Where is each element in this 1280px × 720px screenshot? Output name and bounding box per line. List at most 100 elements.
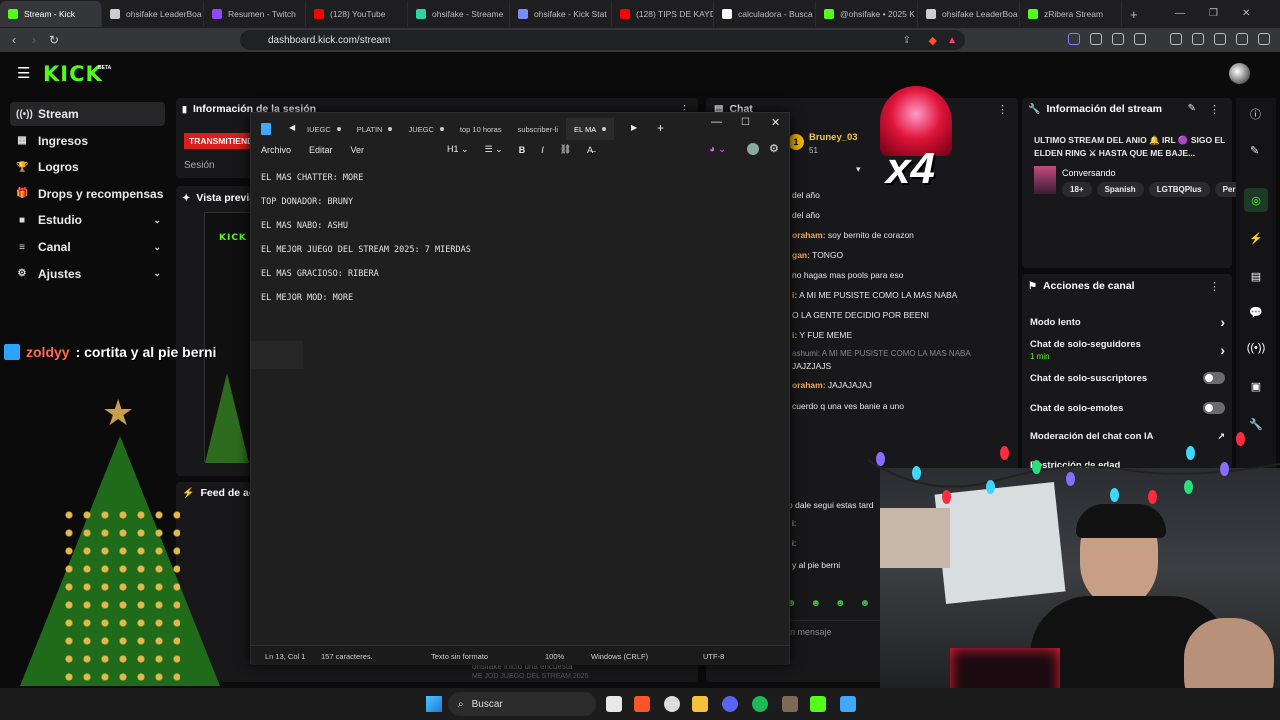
np-maximize-icon[interactable]: ☐ (741, 117, 750, 128)
bold-icon[interactable]: B (519, 145, 526, 155)
browser-tab[interactable]: ohsifake LeaderBoa (102, 1, 204, 27)
screenshot-icon[interactable] (1134, 33, 1146, 45)
close-window-icon[interactable]: ✕ (1242, 8, 1250, 19)
settings-icon[interactable]: ⚙ (769, 142, 779, 155)
rail-doc-icon[interactable]: ▤ (1244, 264, 1268, 288)
spotify-app-icon[interactable] (752, 696, 768, 712)
toggle-switch[interactable] (1203, 402, 1225, 414)
brave-app-icon[interactable] (634, 696, 650, 712)
browser-tab[interactable]: (128) TIPS DE KAYD (612, 1, 714, 27)
menu-ver[interactable]: Ver (351, 145, 365, 155)
stream-info-menu-icon[interactable]: ⋮ (1209, 103, 1220, 116)
np-minimize-icon[interactable]: — (711, 116, 722, 128)
notepad-tab[interactable]: JUEGC (400, 118, 451, 140)
notepad-tab[interactable]: EL MA (566, 118, 615, 140)
user-avatar[interactable] (1229, 63, 1250, 84)
clear-format-icon[interactable]: A̶ (587, 145, 593, 155)
vpn-icon[interactable] (1236, 33, 1248, 45)
chat-username[interactable]: ashumi: (792, 349, 820, 358)
new-tab-icon[interactable]: + (657, 121, 664, 135)
copilot-icon[interactable]: ◕ ⌄ (709, 144, 726, 155)
rail-layout-icon[interactable]: ▣ (1244, 374, 1268, 398)
channel-action-row[interactable]: Chat de solo-emotes (1030, 402, 1225, 414)
minimize-icon[interactable]: — (1175, 8, 1185, 19)
chat-username[interactable]: gan: (792, 250, 810, 260)
tab-scroll-right-icon[interactable]: ▶ (631, 123, 637, 132)
rewards-icon[interactable]: ▲ (947, 35, 957, 46)
browser-tab[interactable]: Resumen - Twitch (204, 1, 306, 27)
app-icon[interactable] (782, 696, 798, 712)
edit-icon[interactable]: ✎ (1188, 103, 1196, 114)
browser-tab[interactable]: (128) YouTube (306, 1, 408, 27)
start-button[interactable] (426, 696, 442, 712)
channel-action-row[interactable]: Chat de solo-seguidores 1 min › (1030, 339, 1225, 361)
share-icon[interactable]: ⇪ (903, 35, 911, 46)
discord-app-icon[interactable] (722, 696, 738, 712)
chat-username[interactable]: oraham: (792, 230, 826, 240)
obs-app-icon[interactable] (664, 696, 680, 712)
category-name[interactable]: Conversando (1062, 168, 1116, 178)
sidebar-item-logros[interactable]: 🏆 Logros (10, 155, 165, 179)
tab-scroll-left-icon[interactable]: ◀ (289, 123, 295, 132)
pencil-icon[interactable]: ✎ (1250, 144, 1259, 157)
back-icon[interactable]: ‹ (4, 33, 24, 47)
list-icon[interactable]: ☰ ⌄ (485, 144, 503, 155)
chat-username[interactable]: oraham: (792, 380, 826, 390)
browser-tab[interactable]: ohsifake - Streame (408, 1, 510, 27)
channel-action-row[interactable]: Modo lento › (1030, 314, 1225, 330)
chat-menu-icon[interactable]: ⋮ (997, 103, 1008, 116)
sidebar-item-ajustes[interactable]: ⚙ Ajustes ⌄ (10, 262, 165, 286)
italic-icon[interactable]: I (541, 145, 544, 155)
reload-icon[interactable]: ↻ (44, 33, 64, 47)
sidebar-item-estudio[interactable]: ■ Estudio ⌄ (10, 208, 165, 232)
wallet-icon[interactable] (1214, 33, 1226, 45)
browser-tab[interactable]: Stream - Kick (0, 1, 102, 27)
task-view-icon[interactable] (606, 696, 622, 712)
category-thumbnail[interactable] (1034, 166, 1056, 194)
kick-logo[interactable]: KICK (43, 62, 103, 86)
stream-tag[interactable]: LGTBQPlus (1148, 182, 1210, 197)
browser-tab[interactable]: @ohsifake • 2025 K (816, 1, 918, 27)
restore-icon[interactable]: ❐ (1209, 8, 1218, 19)
rail-wrench-icon[interactable]: 🔧 (1244, 412, 1268, 436)
browser-tab[interactable]: ohsifake - Kick Stat (510, 1, 612, 27)
rail-bolt-icon[interactable]: ⚡ (1244, 226, 1268, 250)
browser-tab[interactable]: calculadora - Busca (714, 1, 816, 27)
sidebar-item-drops[interactable]: 🎁 Drops y recompensas (10, 182, 165, 206)
sidebar-item-canal[interactable]: ≡ Canal ⌄ (10, 235, 165, 259)
sidebar-icon[interactable] (1192, 33, 1204, 45)
translate-icon[interactable] (1112, 33, 1124, 45)
notepad-tab[interactable]: IUEGC (299, 118, 349, 140)
rail-broadcast-icon[interactable]: ((•)) (1244, 336, 1268, 360)
stream-tag[interactable]: 18+ (1062, 182, 1092, 197)
kick-app-icon[interactable] (810, 696, 826, 712)
channel-actions-menu-icon[interactable]: ⋮ (1209, 280, 1220, 293)
notepad-tab[interactable]: PLATIN (349, 118, 401, 140)
music-icon[interactable] (1170, 33, 1182, 45)
rail-target-icon[interactable]: ◎ (1244, 188, 1268, 212)
browser-tab[interactable]: ohsifake LeaderBoa (918, 1, 1020, 27)
sound-icon[interactable] (1090, 33, 1102, 45)
np-close-icon[interactable]: ✕ (771, 116, 780, 129)
brave-shield-icon[interactable]: ◆ (929, 34, 937, 47)
address-bar[interactable]: dashboard.kick.com/stream ⇪ ◆ ▲ (240, 30, 965, 50)
notepad-app-icon-taskbar[interactable] (840, 696, 856, 712)
taskbar-search[interactable]: ⌕ Buscar (448, 692, 596, 716)
stream-tag[interactable]: Spanish (1096, 182, 1144, 197)
notepad-tab[interactable]: top 10 horas (452, 118, 510, 140)
browser-tab[interactable]: zRibera Stream (1020, 1, 1122, 27)
heading-select[interactable]: H1 ⌄ (447, 144, 469, 155)
link-icon[interactable]: ⛓ (560, 144, 571, 155)
info-icon[interactable]: ⓘ (1250, 106, 1261, 122)
menu-archivo[interactable]: Archivo (261, 145, 291, 155)
sidebar-item-stream[interactable]: ((•)) Stream (10, 102, 165, 126)
sidebar-item-ingresos[interactable]: ▦ Ingresos (10, 129, 165, 153)
top-gifter-name[interactable]: Bruney_03 (809, 132, 858, 143)
channel-action-row[interactable]: Chat de solo-suscriptores (1030, 372, 1225, 384)
account-icon[interactable] (747, 143, 759, 155)
menu-icon[interactable] (1258, 33, 1270, 45)
forward-icon[interactable]: › (24, 33, 44, 47)
notepad-tab[interactable]: subscriber-li (510, 118, 566, 140)
rail-chat-icon[interactable]: 💬 (1244, 300, 1268, 324)
new-browser-tab-icon[interactable]: + (1130, 7, 1138, 22)
